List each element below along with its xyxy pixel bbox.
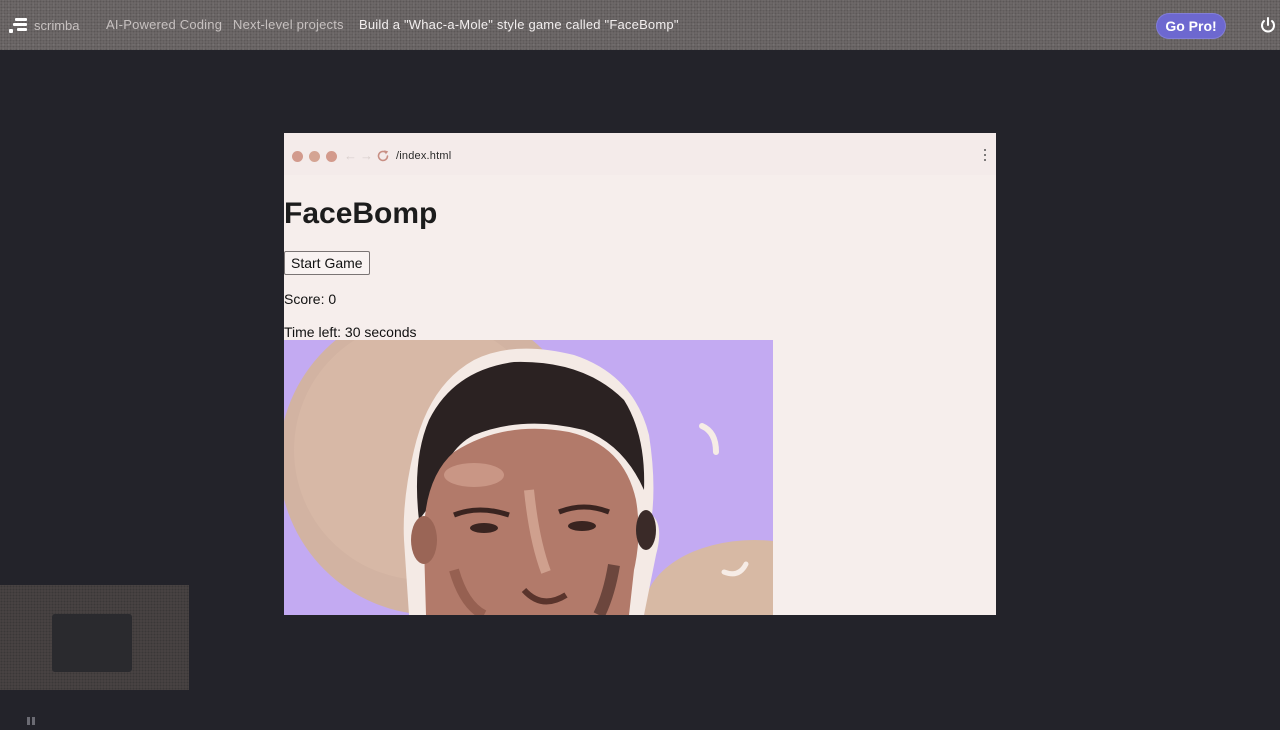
page-title: FaceBomp	[284, 197, 438, 230]
more-options-icon[interactable]	[984, 149, 987, 163]
address-bar[interactable]: /index.html	[396, 146, 976, 166]
go-pro-button[interactable]: Go Pro!	[1156, 13, 1226, 39]
reload-icon[interactable]	[376, 149, 390, 163]
breadcrumb-current-lesson: Build a "Whac-a-Mole" style game called …	[359, 17, 679, 32]
webcam-placeholder	[52, 614, 132, 672]
face-image[interactable]	[284, 340, 773, 615]
forward-arrow-icon[interactable]: →	[360, 148, 373, 163]
close-dot-icon	[292, 151, 303, 162]
power-icon[interactable]	[1259, 16, 1277, 34]
brand-name: scrimba	[34, 17, 80, 33]
browser-preview-window: ← → /index.html FaceBomp Start Game Scor…	[284, 133, 996, 615]
url-text: /index.html	[396, 150, 452, 162]
browser-toolbar: ← → /index.html	[284, 133, 996, 175]
scrimba-logo-icon	[8, 15, 28, 35]
score-text: Score: 0	[284, 291, 337, 307]
pause-icon[interactable]	[27, 712, 37, 725]
minimize-dot-icon	[309, 151, 320, 162]
time-left-text: Time left: 30 seconds	[284, 324, 417, 340]
face-illustration	[284, 340, 773, 615]
page-content: FaceBomp Start Game Score: 0 Time left: …	[284, 175, 996, 615]
breadcrumb-ai-powered-coding[interactable]: AI-Powered Coding	[106, 17, 222, 32]
top-nav-bar: scrimba AI-Powered Coding Next-level pro…	[0, 0, 1280, 50]
breadcrumb-next-level-projects[interactable]: Next-level projects	[233, 17, 344, 32]
back-arrow-icon[interactable]: ←	[344, 148, 357, 163]
start-game-button[interactable]: Start Game	[284, 251, 370, 275]
maximize-dot-icon	[326, 151, 337, 162]
brand-logo[interactable]: scrimba	[8, 15, 80, 35]
